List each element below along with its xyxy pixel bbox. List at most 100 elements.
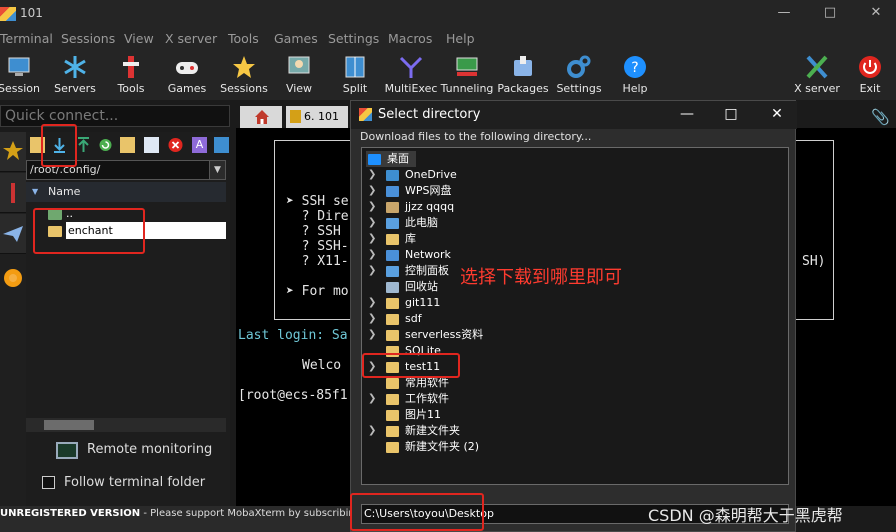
refresh-icon[interactable] xyxy=(98,137,113,153)
side-tabs xyxy=(0,132,26,532)
view-button[interactable]: View xyxy=(272,50,326,100)
download-icon[interactable] xyxy=(52,137,67,153)
sidetab-sessions[interactable] xyxy=(0,132,26,172)
dialog-maximize-button[interactable]: □ xyxy=(721,106,741,122)
sidetab-tools[interactable] xyxy=(0,173,26,213)
quick-connect-input[interactable]: Quick connect... xyxy=(0,105,230,127)
servers-button[interactable]: Servers xyxy=(48,50,102,100)
file-row-parent[interactable]: .. xyxy=(48,206,73,222)
menu-sessions[interactable]: Sessions xyxy=(61,31,115,46)
chevron-right-icon[interactable]: ❯ xyxy=(368,167,378,183)
chevron-down-icon[interactable]: ▼ xyxy=(209,161,225,179)
tree-item-label: serverless资料 xyxy=(405,328,484,341)
tree-item-label: 新建文件夹 (2) xyxy=(405,440,480,453)
follow-folder-checkbox[interactable] xyxy=(42,476,55,489)
folder-icon xyxy=(386,346,399,357)
new-file-icon[interactable] xyxy=(144,137,159,153)
tree-item[interactable]: ❯ 库 xyxy=(366,231,566,247)
menu-view[interactable]: View xyxy=(124,31,154,46)
chevron-right-icon[interactable]: ❯ xyxy=(368,327,378,343)
tools-button[interactable]: Tools xyxy=(104,50,158,100)
tree-item[interactable]: 新建文件夹 (2) xyxy=(366,439,566,455)
chevron-right-icon[interactable]: ❯ xyxy=(368,295,378,311)
menu-settings[interactable]: Settings xyxy=(328,31,379,46)
file-row-enchant-icon[interactable] xyxy=(48,223,66,239)
sidetab-sftp[interactable] xyxy=(0,214,26,254)
dialog-minimize-button[interactable]: — xyxy=(677,106,697,122)
tree-item[interactable]: SQLite xyxy=(366,343,566,359)
settings-button[interactable]: Settings xyxy=(552,50,606,100)
minimize-button[interactable]: — xyxy=(774,5,794,20)
games-button[interactable]: Games xyxy=(160,50,214,100)
chevron-right-icon[interactable]: ❯ xyxy=(368,231,378,247)
scrollbar-thumb[interactable] xyxy=(44,420,94,430)
tree-item-label: Network xyxy=(405,248,451,261)
folder-icon xyxy=(386,330,399,341)
chevron-right-icon[interactable]: ❯ xyxy=(368,263,378,279)
folder-icon xyxy=(386,202,399,213)
session-button[interactable]: Session xyxy=(0,50,46,100)
chevron-right-icon[interactable]: ❯ xyxy=(368,247,378,263)
tree-item[interactable]: ❯ sdf xyxy=(366,311,566,327)
tree-item-desktop[interactable]: 桌面 xyxy=(366,151,416,167)
home-tab[interactable] xyxy=(240,106,282,128)
tree-item[interactable]: ❯ 工作软件 xyxy=(366,391,566,407)
folder-icon xyxy=(386,266,399,277)
delete-icon[interactable] xyxy=(168,137,183,153)
tree-item[interactable]: ❯ git111 xyxy=(366,295,566,311)
name-column-header[interactable]: ▼ Name xyxy=(26,182,226,202)
exit-button[interactable]: Exit xyxy=(843,50,896,100)
folder-icon xyxy=(386,282,399,293)
sessions-button[interactable]: Sessions xyxy=(217,50,271,100)
tree-item[interactable]: ❯ 新建文件夹 xyxy=(366,423,566,439)
help-button[interactable]: ? Help xyxy=(608,50,662,100)
chevron-right-icon[interactable]: ❯ xyxy=(368,199,378,215)
chevron-right-icon[interactable]: ❯ xyxy=(368,215,378,231)
parent-folder-icon[interactable] xyxy=(30,137,45,153)
menu-x-server[interactable]: X server xyxy=(165,31,217,46)
tree-item-label: 控制面板 xyxy=(405,264,449,277)
tree-item[interactable]: ❯ Network xyxy=(366,247,566,263)
chevron-right-icon[interactable]: ❯ xyxy=(368,311,378,327)
packages-button[interactable]: Packages xyxy=(496,50,550,100)
upload-icon[interactable] xyxy=(76,137,91,153)
tree-item[interactable]: ❯ test11 xyxy=(366,359,566,375)
tree-item[interactable]: 常用软件 xyxy=(366,375,566,391)
chevron-right-icon[interactable]: ❯ xyxy=(368,423,378,439)
multiexec-button[interactable]: MultiExec xyxy=(384,50,438,100)
split-button[interactable]: Split xyxy=(328,50,382,100)
status-text[interactable]: - Please support MobaXterm by subscribin… xyxy=(140,508,350,519)
tunneling-button[interactable]: Tunneling xyxy=(440,50,494,100)
tree-item[interactable]: ❯ WPS网盘 xyxy=(366,183,566,199)
menu-terminal[interactable]: Terminal xyxy=(0,31,53,46)
tab-session-101[interactable]: 6. 101 xyxy=(286,106,348,128)
new-folder-icon[interactable] xyxy=(120,137,135,153)
folder-icon xyxy=(386,170,399,181)
tree-item[interactable]: ❯ 此电脑 xyxy=(366,215,566,231)
menu-games[interactable]: Games xyxy=(274,31,318,46)
menu-macros[interactable]: Macros xyxy=(388,31,432,46)
chevron-right-icon[interactable]: ❯ xyxy=(368,391,378,407)
dialog-description: Download files to the following director… xyxy=(360,130,592,143)
tree-item[interactable]: ❯ serverless资料 xyxy=(366,327,566,343)
macro-icon[interactable] xyxy=(3,268,23,288)
menu-help[interactable]: Help xyxy=(446,31,475,46)
rename-icon[interactable]: A xyxy=(192,137,207,153)
folder-icon xyxy=(386,426,399,437)
dialog-close-button[interactable]: ✕ xyxy=(767,106,787,122)
paperclip-icon[interactable]: 📎 xyxy=(871,108,890,126)
sftp-path-field[interactable]: /root/.config/ ▼ xyxy=(26,160,226,180)
close-button[interactable]: ✕ xyxy=(866,5,886,20)
tree-item[interactable]: ❯ OneDrive xyxy=(366,167,566,183)
more-icon[interactable] xyxy=(214,137,229,153)
chevron-right-icon[interactable]: ❯ xyxy=(368,183,378,199)
tree-item[interactable]: 图片11 xyxy=(366,407,566,423)
home-icon xyxy=(255,110,269,124)
tree-item[interactable]: ❯ jjzz qqqq xyxy=(366,199,566,215)
horizontal-scrollbar[interactable] xyxy=(26,418,226,432)
x-server-button[interactable]: X server xyxy=(790,50,844,100)
menu-tools[interactable]: Tools xyxy=(228,31,259,46)
maximize-button[interactable]: □ xyxy=(820,5,840,20)
chevron-right-icon[interactable]: ❯ xyxy=(368,359,378,375)
file-row-enchant[interactable]: enchant xyxy=(66,222,226,239)
